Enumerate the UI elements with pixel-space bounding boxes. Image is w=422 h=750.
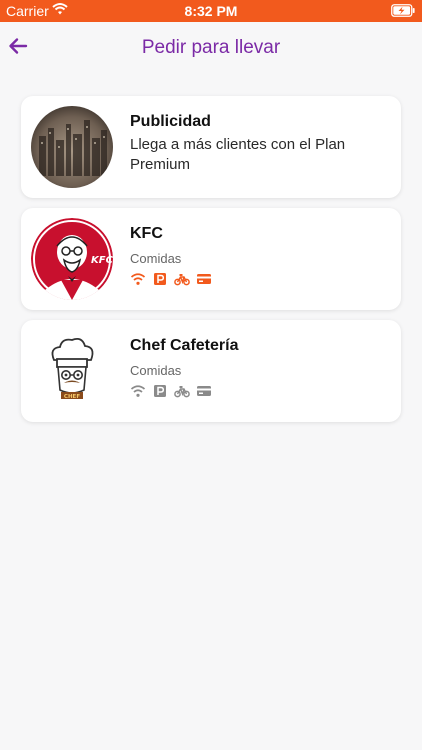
card-category: Comidas	[130, 251, 182, 266]
delivery-bike-icon	[174, 386, 190, 398]
svg-text:KFC: KFC	[91, 255, 113, 266]
restaurant-card-kfc[interactable]: KFC KFC Comidas	[21, 208, 401, 310]
chef-logo-avatar: CHEF	[31, 330, 113, 412]
card-title: KFC	[130, 225, 163, 242]
restaurant-card-chef-cafeteria[interactable]: CHEF Chef Cafetería Comidas	[21, 320, 401, 422]
battery-charging-icon	[391, 4, 415, 17]
card-category: Comidas	[130, 363, 182, 378]
page-title: Pedir para llevar	[141, 37, 281, 58]
parking-icon	[154, 273, 166, 285]
card-payment-icon	[197, 386, 211, 396]
status-time: 8:32 PM	[184, 3, 238, 19]
wifi-icon	[130, 385, 146, 397]
service-icons	[130, 272, 212, 286]
chef-logo-text: CHEF	[64, 394, 80, 400]
city-photo-avatar	[31, 106, 113, 188]
ad-card[interactable]: Publicidad Llega a más clientes con el P…	[21, 96, 401, 198]
wifi-icon	[130, 273, 146, 285]
card-description: Llega a más clientes con el Plan Premium	[130, 136, 346, 173]
parking-icon	[154, 385, 166, 397]
delivery-bike-icon	[174, 274, 190, 286]
app-header: Pedir para llevar	[0, 22, 422, 74]
card-title: Chef Cafetería	[130, 337, 239, 354]
status-bar: Carrier 8:32 PM	[0, 0, 422, 22]
service-icons	[130, 384, 212, 398]
card-payment-icon	[197, 274, 211, 284]
kfc-logo-avatar: KFC	[31, 218, 113, 300]
card-title: Publicidad	[130, 113, 211, 130]
